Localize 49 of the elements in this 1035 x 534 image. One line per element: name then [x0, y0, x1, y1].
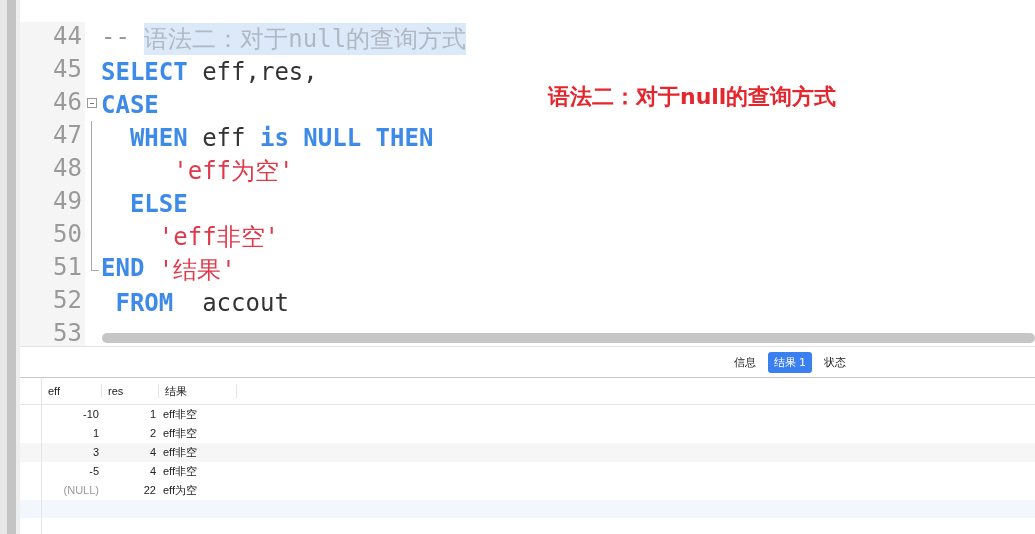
- table-cell-text: 22: [142, 483, 157, 498]
- table-cell-text: 3: [91, 445, 100, 460]
- result-tab[interactable]: 状态: [818, 351, 852, 373]
- result-tab[interactable]: 结果 1: [767, 351, 812, 373]
- table-cell-text: eff非空: [162, 464, 199, 479]
- string-literal: 'eff非空': [157, 221, 280, 253]
- line-number: 45: [20, 55, 85, 88]
- string-literal: '结果': [157, 254, 236, 286]
- column-header[interactable]: res: [102, 378, 159, 404]
- comment-marker: --: [101, 22, 131, 53]
- line-number: 48: [20, 154, 85, 187]
- column-header[interactable]: eff: [42, 378, 102, 404]
- table-cell-text: eff非空: [162, 407, 199, 422]
- table-cell-text: -5: [88, 464, 100, 479]
- string-literal: 'eff为空': [172, 155, 294, 187]
- result-tab[interactable]: 信息: [727, 351, 762, 373]
- table-cell-text: 2: [148, 426, 157, 441]
- sql-keyword: END: [101, 253, 145, 284]
- table-cell-text: eff为空: [162, 483, 199, 498]
- table-cell-text: 1: [91, 426, 100, 441]
- fold-icon[interactable]: [87, 98, 97, 108]
- sql-keyword: ELSE: [128, 189, 188, 218]
- horizontal-scrollbar[interactable]: [102, 333, 1035, 343]
- code-text: accout: [201, 288, 289, 317]
- vertical-scrollbar[interactable]: [7, 0, 16, 534]
- line-number: 50: [20, 220, 85, 253]
- table-cell-text: eff非空: [162, 445, 199, 460]
- line-number: 49: [20, 187, 85, 220]
- sql-keyword: WHEN: [128, 123, 188, 152]
- table-cell-text: -10: [82, 407, 100, 422]
- code-text: eff,res,: [201, 57, 318, 86]
- column-header[interactable]: 结果: [159, 378, 237, 404]
- code-text: eff: [201, 123, 247, 152]
- line-number: 47: [20, 121, 85, 154]
- sql-keyword: is NULL THEN: [259, 123, 434, 152]
- sql-keyword: SELECT: [101, 57, 188, 86]
- table-cell-text: 4: [148, 464, 157, 479]
- line-number: 51: [20, 253, 85, 286]
- line-number: 44: [20, 22, 85, 55]
- line-number: 46: [20, 88, 85, 121]
- line-number: 52: [20, 286, 85, 319]
- table-cell-text: eff非空: [162, 426, 199, 441]
- line-number: 53: [20, 319, 85, 346]
- sql-keyword: CASE: [101, 90, 159, 119]
- table-cell-text: 1: [148, 407, 157, 422]
- sql-keyword: FROM: [114, 288, 174, 317]
- table-cell-text: 4: [148, 445, 157, 460]
- annotation-text: 语法二：对于null的查询方式: [548, 83, 837, 111]
- null-cell-text: (NULL): [62, 483, 100, 498]
